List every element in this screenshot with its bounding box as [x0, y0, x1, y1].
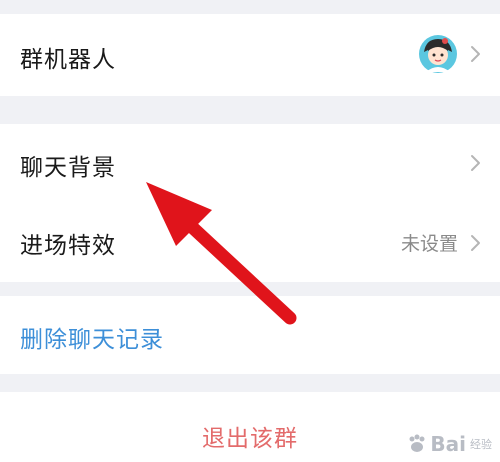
settings-group-appearance: 聊天背景 进场特效 未设置: [0, 124, 500, 282]
settings-group-robot: 群机器人: [0, 14, 500, 96]
watermark-brand: Bai: [430, 432, 466, 456]
chevron-right-icon: [471, 155, 480, 171]
chat-background-right: [464, 152, 486, 174]
chat-background-row[interactable]: 聊天背景: [0, 124, 500, 203]
paw-icon: [409, 434, 425, 452]
delete-history-row[interactable]: 删除聊天记录: [0, 296, 500, 374]
settings-group-history: 删除聊天记录: [0, 296, 500, 374]
chat-background-label: 聊天背景: [20, 155, 116, 181]
entry-effect-right: 未设置: [401, 229, 486, 256]
entry-effect-row[interactable]: 进场特效 未设置: [0, 203, 500, 282]
delete-history-link[interactable]: 删除聊天记录: [20, 320, 164, 354]
watermark: Bai 经验: [406, 432, 492, 456]
group-robot-right: [418, 34, 486, 74]
robot-avatar-icon: [419, 35, 457, 73]
entry-effect-value: 未设置: [400, 233, 458, 255]
chevron-right-icon: [471, 234, 480, 251]
chevron-right-icon: [471, 46, 480, 62]
group-robot-label: 群机器人: [20, 47, 116, 73]
watermark-sub: 经验: [470, 438, 492, 451]
group-robot-row[interactable]: 群机器人: [0, 14, 500, 96]
entry-effect-label: 进场特效: [20, 233, 116, 259]
